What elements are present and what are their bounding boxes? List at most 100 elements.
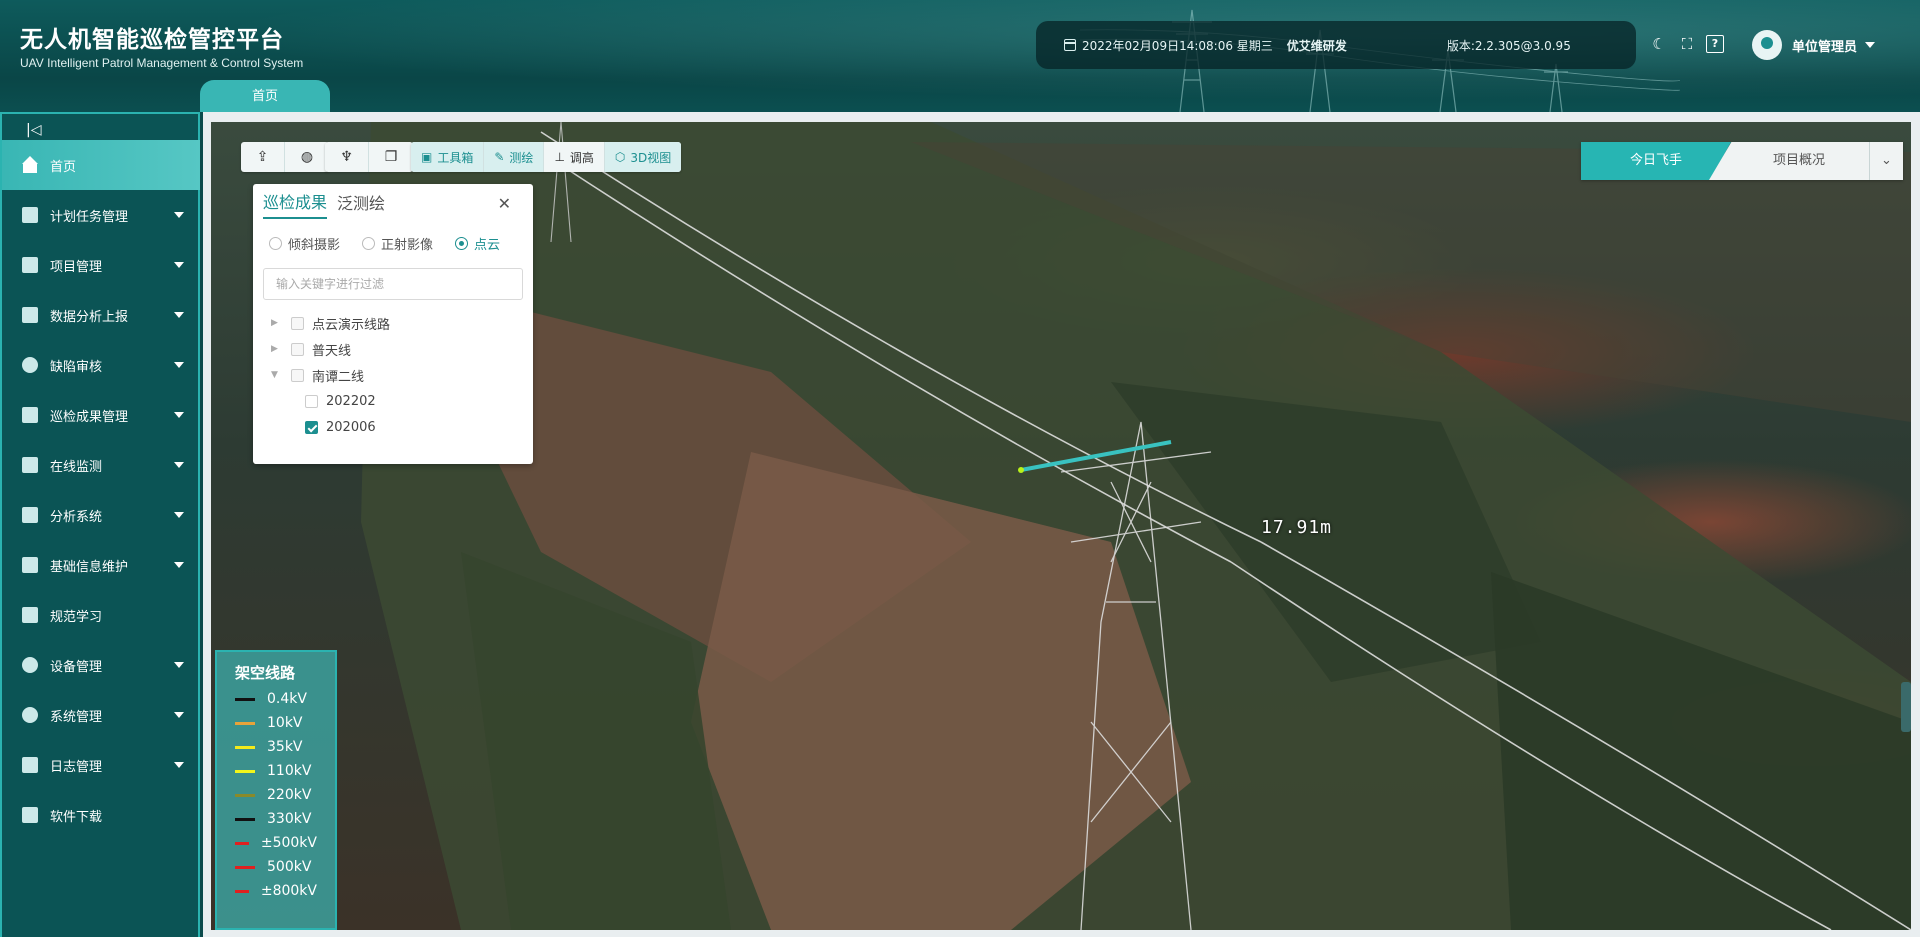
sidebar-item-data-report[interactable]: 数据分析上报 xyxy=(2,290,200,340)
sidebar-item-home[interactable]: 首页 xyxy=(2,140,200,190)
caret-down-icon[interactable]: ▼ xyxy=(271,370,281,380)
right-tabs: 今日飞手 项目概况 ⌄ xyxy=(1581,142,1903,180)
radio-point-cloud[interactable]: 点云 xyxy=(455,234,500,253)
sidebar-item-plan-tasks[interactable]: 计划任务管理 xyxy=(2,190,200,240)
legend-label: 220kV xyxy=(267,787,312,803)
filter-input[interactable]: 输入关键字进行过滤 xyxy=(263,268,523,300)
measure-label: 测绘 xyxy=(509,150,534,165)
tree-checkbox[interactable] xyxy=(291,342,304,356)
chevron-down-icon[interactable]: ⌄ xyxy=(1869,142,1903,180)
tree-checkbox[interactable] xyxy=(291,368,304,382)
sidebar-item-label: 巡检成果管理 xyxy=(50,409,129,425)
calendar-icon xyxy=(1064,39,1076,51)
legend-swatch xyxy=(235,817,255,821)
voltage-legend: 架空线路 0.4kV 10kV 35kV 110kV 220kV 330kV ±… xyxy=(215,650,337,930)
tree-node[interactable]: ▼ 南谭二线 xyxy=(253,362,533,388)
height-icon: ⊥ xyxy=(554,150,565,164)
report-icon xyxy=(22,307,38,323)
side-drag-handle[interactable] xyxy=(1901,682,1911,732)
tree-node[interactable]: ▶ 点云演示线路 xyxy=(253,310,533,336)
version-text: 版本:2.2.305@3.0.95 xyxy=(1446,38,1571,53)
sidebar-item-devices[interactable]: 设备管理 xyxy=(2,640,200,690)
radio-ortho[interactable]: 正射影像 xyxy=(362,234,433,253)
book-icon xyxy=(22,607,38,623)
sidebar-item-basic-info[interactable]: 基础信息维护 xyxy=(2,540,200,590)
view3d-button[interactable]: ⬡ 3D视图 xyxy=(604,142,682,172)
chevron-down-icon xyxy=(174,762,184,768)
legend-swatch xyxy=(235,793,255,797)
copy-icon[interactable]: ❐ xyxy=(369,142,413,172)
sidebar-item-analysis[interactable]: 分析系统 xyxy=(2,490,200,540)
sidebar-item-label: 计划任务管理 xyxy=(50,209,129,225)
legend-item: 110kV xyxy=(235,759,317,783)
sidebar-item-inspection-results[interactable]: 巡检成果管理 xyxy=(2,390,200,440)
sidebar-item-label: 日志管理 xyxy=(50,759,103,775)
theme-moon-icon[interactable]: ☾ xyxy=(1650,35,1668,53)
legend-item: 330kV xyxy=(235,807,317,831)
tab-project-overview[interactable]: 项目概况 xyxy=(1709,142,1869,180)
folder-icon xyxy=(22,407,38,423)
legend-item: 10kV xyxy=(235,711,317,735)
close-icon[interactable]: ✕ xyxy=(498,194,511,217)
chevron-down-icon xyxy=(174,512,184,518)
sidebar-item-download[interactable]: 软件下载 xyxy=(2,790,200,840)
caret-right-icon[interactable]: ▶ xyxy=(271,344,281,354)
layers-icon xyxy=(22,557,38,573)
sidebar-item-logs[interactable]: 日志管理 xyxy=(2,740,200,790)
toolbar-group-view: ⇪ ◍ xyxy=(241,142,329,172)
sidebar-item-label: 缺陷审核 xyxy=(50,359,103,375)
collapse-sidebar-icon[interactable]: |◁ xyxy=(26,122,41,138)
sidebar-item-online-monitoring[interactable]: 在线监测 xyxy=(2,440,200,490)
toolbox-button[interactable]: ▣ 工具箱 xyxy=(411,142,485,172)
legend-swatch xyxy=(235,889,249,893)
help-icon[interactable]: ? xyxy=(1706,35,1724,53)
company-text: 优艾维研发 xyxy=(1286,38,1347,53)
tree-node[interactable]: ▶ 普天线 xyxy=(253,336,533,362)
app-title: 无人机智能巡检管控平台 xyxy=(20,27,284,53)
globe-icon[interactable]: ◍ xyxy=(285,142,329,172)
tree-node[interactable]: 202202 xyxy=(253,388,533,414)
legend-swatch xyxy=(235,745,255,749)
caret-right-icon[interactable]: ▶ xyxy=(271,318,281,328)
user-icon xyxy=(22,357,38,373)
data-type-radios: 倾斜摄影 正射影像 点云 xyxy=(253,224,533,262)
radio-label: 正射影像 xyxy=(381,237,434,253)
main-content: ⇪ ◍ ♆ ❐ ▣ 工具箱 ✎ 测绘 ⊥ 调高 ⬡ 3D视图 今日飞手 项目概况 ⌄ 巡… xyxy=(203,112,1920,937)
user-menu[interactable]: 单位管理员 xyxy=(1752,30,1876,60)
tab-today-pilot[interactable]: 今日飞手 xyxy=(1581,142,1731,180)
chevron-down-icon xyxy=(174,562,184,568)
sidebar-item-system[interactable]: 系统管理 xyxy=(2,690,200,740)
tree-checkbox-checked[interactable] xyxy=(305,420,318,434)
legend-item: 220kV xyxy=(235,783,317,807)
point-cloud-viewer[interactable]: ⇪ ◍ ♆ ❐ ▣ 工具箱 ✎ 测绘 ⊥ 调高 ⬡ 3D视图 今日飞手 项目概况 ⌄ 巡… xyxy=(211,122,1911,930)
tab-survey[interactable]: 泛测绘 xyxy=(337,190,385,218)
tree-node-label: 202202 xyxy=(326,393,376,409)
app-subtitle: UAV Intelligent Patrol Management & Cont… xyxy=(20,56,304,70)
radio-oblique[interactable]: 倾斜摄影 xyxy=(269,234,340,253)
height-adjust-button[interactable]: ⊥ 调高 xyxy=(544,142,605,172)
toolbox-label: 工具箱 xyxy=(437,150,474,165)
legend-swatch xyxy=(235,865,255,869)
chevron-down-icon xyxy=(174,712,184,718)
radio-circle xyxy=(362,236,376,250)
tab-inspection-results[interactable]: 巡检成果 xyxy=(263,189,328,219)
legend-item: 500kV xyxy=(235,855,317,879)
sidebar-item-standards[interactable]: 规范学习 xyxy=(2,590,200,640)
chevron-down-icon xyxy=(174,412,184,418)
tree-checkbox[interactable] xyxy=(291,316,304,330)
export-icon[interactable]: ⇪ xyxy=(241,142,285,172)
sidebar-item-defect-review[interactable]: 缺陷审核 xyxy=(2,340,200,390)
panel-header: 巡检成果 泛测绘 ✕ xyxy=(253,184,533,224)
legend-item: ±800kV xyxy=(235,879,317,903)
fullscreen-icon[interactable]: ⛶ xyxy=(1678,35,1696,53)
chevron-down-icon xyxy=(174,262,184,268)
tab-home[interactable]: 首页 xyxy=(200,80,330,112)
measure-button[interactable]: ✎ 测绘 xyxy=(484,142,545,172)
tower-icon[interactable]: ♆ xyxy=(325,142,369,172)
tree-node-label: 点云演示线路 xyxy=(312,317,391,333)
legend-item: 0.4kV xyxy=(235,687,317,711)
chart-icon xyxy=(22,507,38,523)
tree-node[interactable]: 202006 xyxy=(253,414,533,440)
sidebar-item-projects[interactable]: 项目管理 xyxy=(2,240,200,290)
tree-checkbox[interactable] xyxy=(305,394,318,408)
